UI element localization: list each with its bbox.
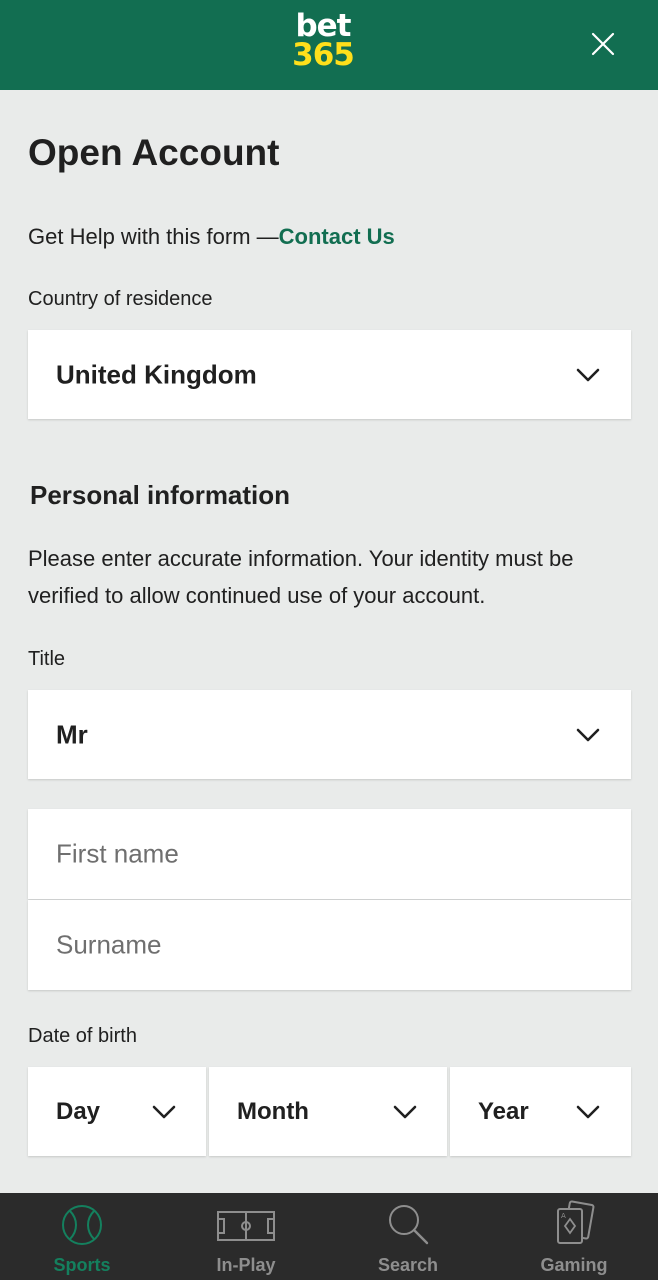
nav-item-search[interactable]: Search (326, 1193, 490, 1280)
pitch-icon (217, 1211, 275, 1241)
dob-day-select[interactable]: Day (28, 1067, 206, 1156)
help-line: Get Help with this form —Contact Us (28, 224, 395, 250)
dob-month-select[interactable]: Month (209, 1067, 447, 1156)
nav-item-sports[interactable]: Sports (0, 1193, 164, 1280)
title-select[interactable]: Mr (28, 690, 631, 779)
help-text: Get Help with this form — (28, 224, 279, 249)
chevron-down-icon (576, 728, 600, 741)
search-icon (389, 1205, 429, 1245)
country-value: United Kingdom (56, 359, 257, 389)
section-title: Personal information (30, 480, 291, 510)
chevron-down-icon (576, 368, 600, 381)
chevron-down-icon (576, 1105, 600, 1118)
page-title: Open Account (28, 132, 280, 173)
dob-day-value: Day (56, 1097, 101, 1125)
surname-placeholder: Surname (56, 929, 162, 960)
nav-label-in-play: In-Play (216, 1255, 276, 1275)
svg-text:A: A (561, 1212, 566, 1220)
first-name-field[interactable]: First name (28, 809, 631, 899)
country-select[interactable]: United Kingdom (28, 330, 631, 419)
nav-label-sports: Sports (53, 1255, 111, 1275)
title-label: Title (28, 648, 66, 670)
logo-bottom-text: 365 (292, 37, 355, 73)
contact-us-link[interactable]: Contact Us (279, 224, 395, 249)
bet365-logo[interactable]: bet 365 (288, 11, 358, 73)
dob-year-value: Year (478, 1097, 529, 1125)
nav-item-in-play[interactable]: In-Play (164, 1193, 328, 1280)
dob-label: Date of birth (28, 1025, 137, 1047)
nav-label-search: Search (377, 1255, 439, 1275)
surname-field[interactable]: Surname (28, 900, 631, 990)
nav-item-gaming[interactable]: A Gaming (492, 1193, 656, 1280)
tennis-ball-icon (62, 1205, 102, 1245)
bottom-nav: Sports In-Play Search A Gaming (0, 1193, 658, 1280)
open-account-form: Open Account Get Help with this form —Co… (0, 90, 658, 1193)
dob-year-select[interactable]: Year (450, 1067, 631, 1156)
first-name-placeholder: First name (56, 838, 179, 869)
nav-label-gaming: Gaming (540, 1255, 608, 1275)
dob-month-value: Month (237, 1097, 309, 1125)
title-value: Mr (56, 719, 88, 749)
close-icon[interactable] (588, 29, 618, 59)
chevron-down-icon (152, 1105, 176, 1118)
cards-icon: A (557, 1200, 595, 1244)
chevron-down-icon (393, 1105, 417, 1118)
top-bar: bet 365 (0, 0, 658, 90)
section-description: Please enter accurate information. Your … (28, 546, 574, 608)
country-label: Country of residence (28, 288, 213, 310)
